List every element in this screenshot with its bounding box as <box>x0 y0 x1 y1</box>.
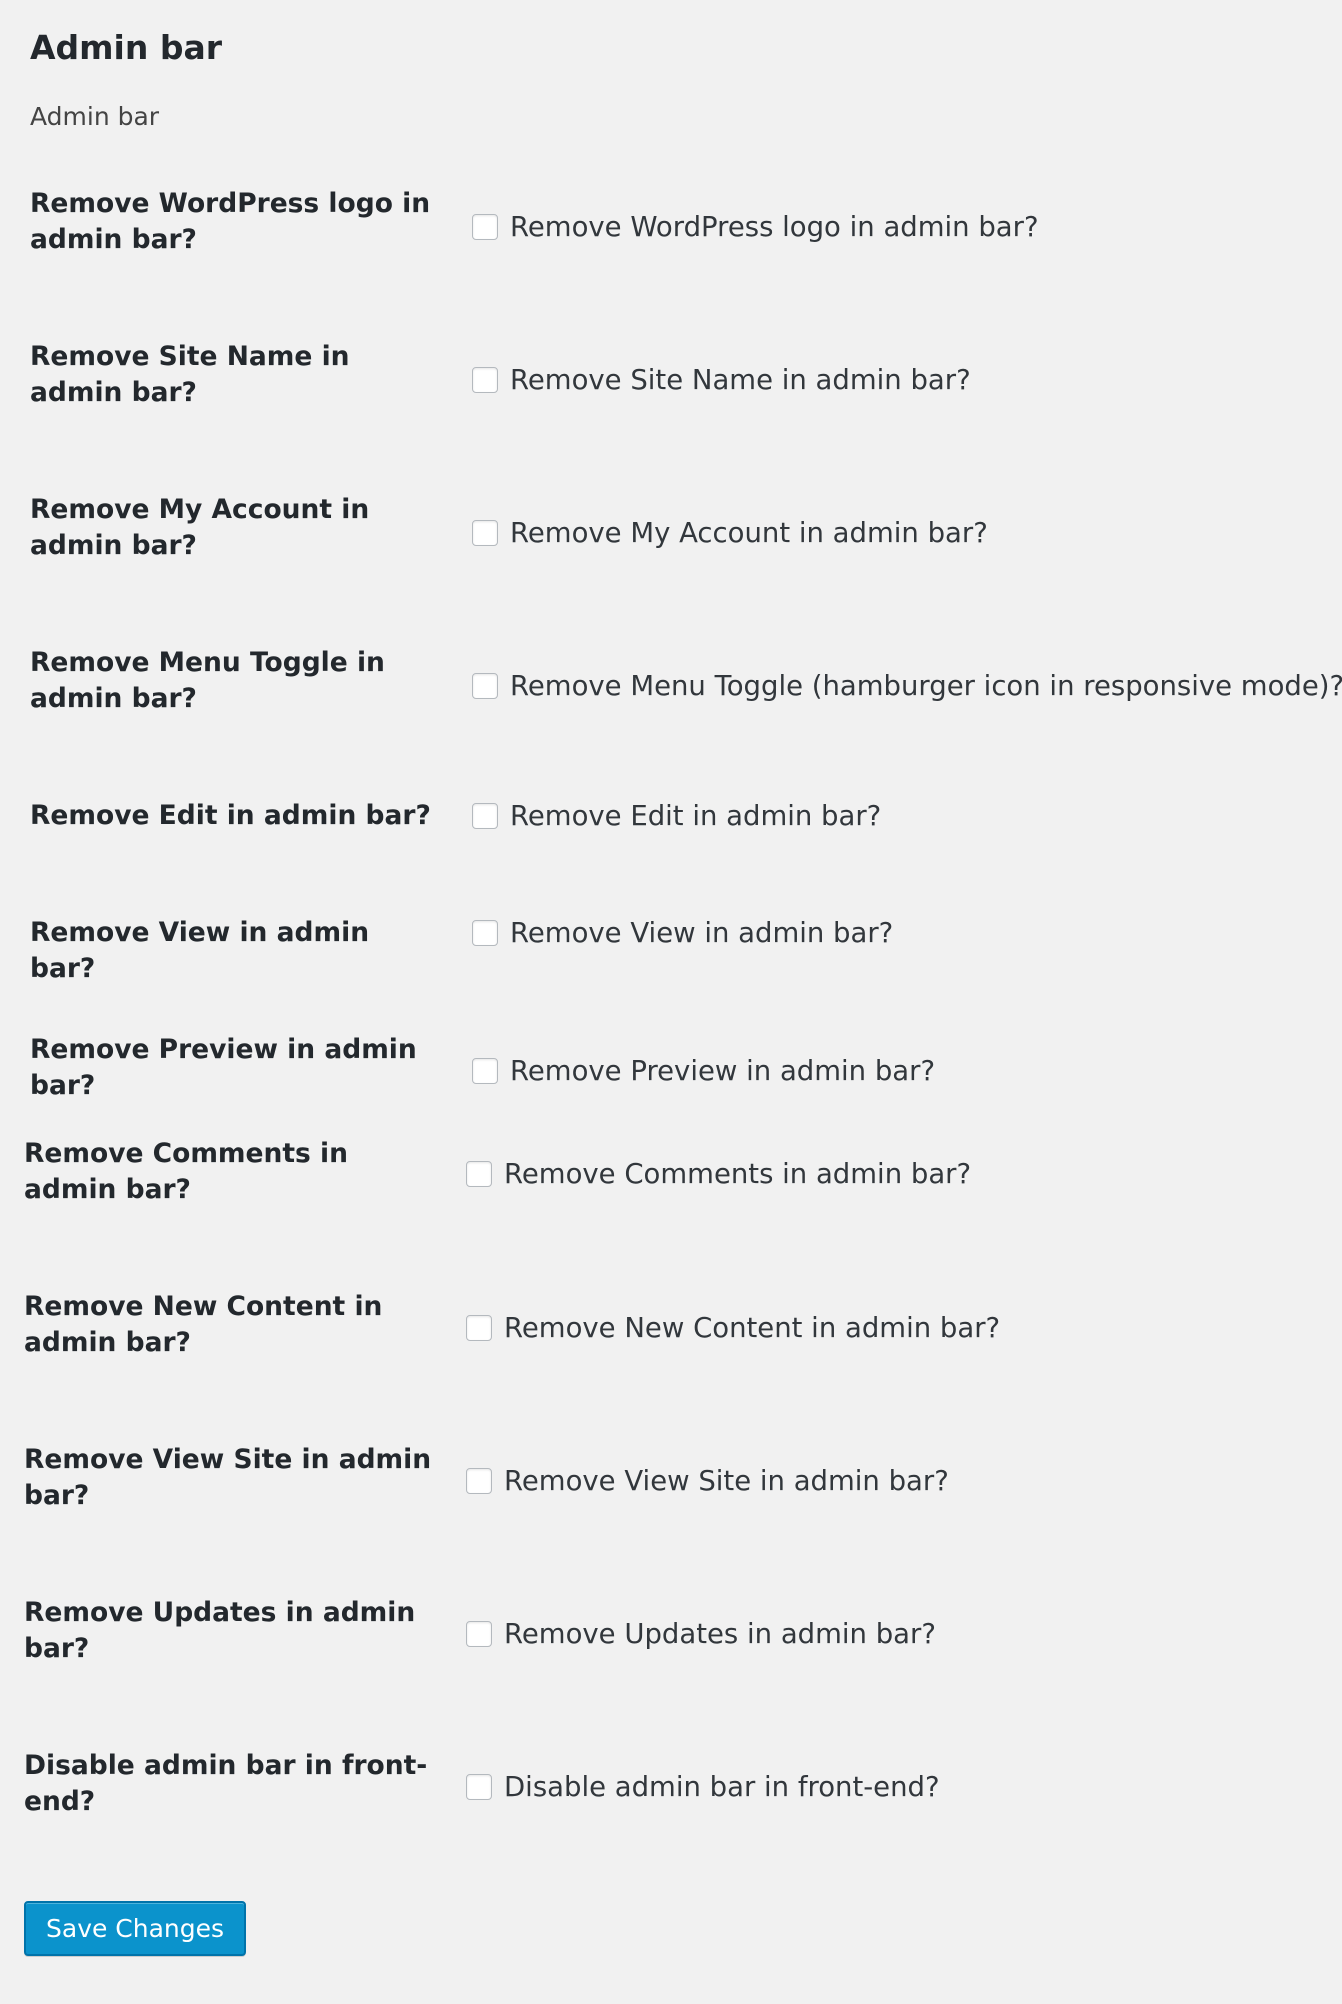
remove-menu-toggle-checkbox[interactable] <box>472 673 498 699</box>
checkbox-label[interactable]: Remove Menu Toggle (hamburger icon in re… <box>510 666 1342 706</box>
setting-label: Disable admin bar in front-end? <box>24 1750 428 1817</box>
remove-edit-checkbox[interactable] <box>472 803 498 829</box>
checkbox-label[interactable]: Remove Site Name in admin bar? <box>510 360 971 400</box>
setting-label: Remove Preview in admin bar? <box>30 1034 417 1101</box>
remove-view-site-checkbox[interactable] <box>466 1468 492 1494</box>
setting-control-remove-my-account[interactable]: Remove My Account in admin bar? <box>472 513 988 553</box>
setting-control-remove-view[interactable]: Remove View in admin bar? <box>472 913 893 953</box>
remove-view-checkbox[interactable] <box>472 920 498 946</box>
setting-label: Remove My Account in admin bar? <box>30 494 370 561</box>
page-title: Admin bar <box>30 28 223 67</box>
remove-comments-checkbox[interactable] <box>466 1161 492 1187</box>
setting-control-remove-preview[interactable]: Remove Preview in admin bar? <box>472 1051 935 1091</box>
setting-control-remove-edit[interactable]: Remove Edit in admin bar? <box>472 796 881 836</box>
setting-label: Remove Updates in admin bar? <box>24 1597 416 1664</box>
setting-label: Remove WordPress logo in admin bar? <box>30 188 431 255</box>
setting-control-remove-view-site[interactable]: Remove View Site in admin bar? <box>466 1461 949 1501</box>
remove-preview-checkbox[interactable] <box>472 1058 498 1084</box>
remove-wordpress-logo-checkbox[interactable] <box>472 214 498 240</box>
section-description: Admin bar <box>30 102 160 131</box>
checkbox-label[interactable]: Remove Edit in admin bar? <box>510 796 881 836</box>
checkbox-label[interactable]: Remove Preview in admin bar? <box>510 1051 935 1091</box>
setting-control-disable-admin-bar-front-end[interactable]: Disable admin bar in front-end? <box>466 1767 940 1807</box>
checkbox-label[interactable]: Remove WordPress logo in admin bar? <box>510 207 1039 247</box>
setting-label: Remove Menu Toggle in admin bar? <box>30 647 385 714</box>
checkbox-label[interactable]: Disable admin bar in front-end? <box>504 1767 940 1807</box>
remove-new-content-checkbox[interactable] <box>466 1315 492 1341</box>
setting-label: Remove New Content in admin bar? <box>24 1291 383 1358</box>
setting-control-remove-wordpress-logo[interactable]: Remove WordPress logo in admin bar? <box>472 207 1039 247</box>
disable-admin-bar-front-end-checkbox[interactable] <box>466 1774 492 1800</box>
setting-control-remove-comments[interactable]: Remove Comments in admin bar? <box>466 1154 971 1194</box>
setting-label: Remove View Site in admin bar? <box>24 1444 432 1511</box>
setting-control-remove-new-content[interactable]: Remove New Content in admin bar? <box>466 1308 1000 1348</box>
checkbox-label[interactable]: Remove New Content in admin bar? <box>504 1308 1000 1348</box>
checkbox-label[interactable]: Remove View Site in admin bar? <box>504 1461 949 1501</box>
remove-updates-checkbox[interactable] <box>466 1621 492 1647</box>
remove-my-account-checkbox[interactable] <box>472 520 498 546</box>
checkbox-label[interactable]: Remove Comments in admin bar? <box>504 1154 971 1194</box>
setting-control-remove-menu-toggle[interactable]: Remove Menu Toggle (hamburger icon in re… <box>472 666 1342 706</box>
setting-label: Remove Comments in admin bar? <box>24 1138 349 1205</box>
checkbox-label[interactable]: Remove Updates in admin bar? <box>504 1614 936 1654</box>
remove-site-name-checkbox[interactable] <box>472 367 498 393</box>
setting-label: Remove Site Name in admin bar? <box>30 341 350 408</box>
setting-control-remove-site-name[interactable]: Remove Site Name in admin bar? <box>472 360 971 400</box>
save-changes-button[interactable]: Save Changes <box>24 1901 247 1956</box>
setting-label: Remove View in admin bar? <box>30 917 370 984</box>
checkbox-label[interactable]: Remove My Account in admin bar? <box>510 513 988 553</box>
checkbox-label[interactable]: Remove View in admin bar? <box>510 913 893 953</box>
setting-control-remove-updates[interactable]: Remove Updates in admin bar? <box>466 1614 936 1654</box>
setting-label: Remove Edit in admin bar? <box>30 800 431 831</box>
